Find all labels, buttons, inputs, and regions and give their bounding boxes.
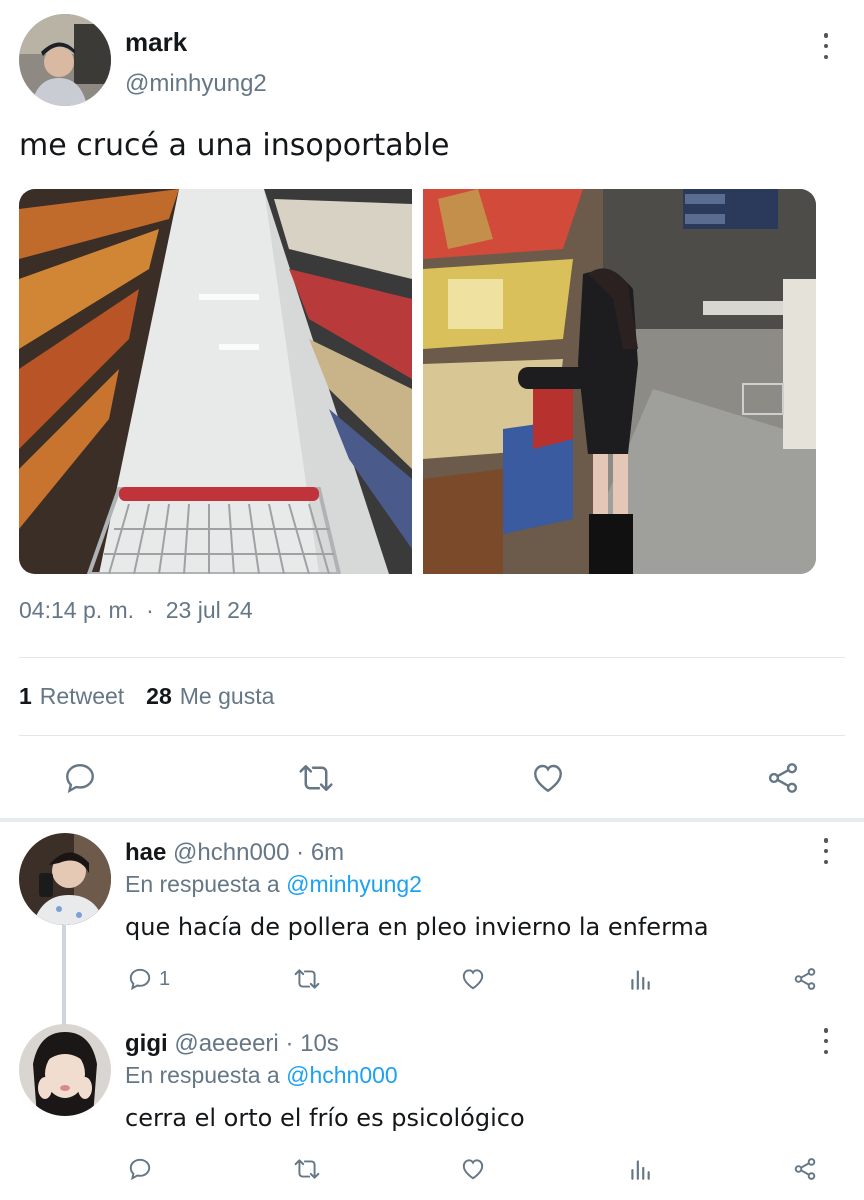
share-icon: [794, 1158, 816, 1180]
divider: [19, 735, 845, 736]
like-label: Me gusta: [179, 683, 275, 709]
reply-count: 1: [159, 967, 171, 990]
analytics-icon: [631, 1160, 650, 1180]
tweet-time: 04:14 p. m.: [19, 597, 135, 623]
analytics-icon: [631, 970, 650, 990]
reply-author-name[interactable]: hae: [125, 839, 166, 866]
retweet-icon: [294, 1159, 320, 1179]
reply-button[interactable]: [127, 1156, 153, 1182]
share-icon: [794, 968, 816, 990]
author-handle[interactable]: @minhyung2: [125, 70, 267, 98]
reply-icon: [66, 764, 94, 794]
share-icon: [768, 763, 798, 793]
main-tweet: mark @minhyung2 me crucé a una insoporta…: [0, 0, 864, 820]
share-button[interactable]: [765, 760, 801, 796]
tweet-date: 23 jul 24: [165, 597, 253, 623]
like-count: 28: [146, 683, 172, 709]
tweet-text: me crucé a una insoportable: [19, 128, 450, 163]
reply-author-handle[interactable]: @aeeeeri: [174, 1030, 278, 1057]
tweet-image-girl[interactable]: [423, 189, 816, 574]
analytics-button[interactable]: [627, 1156, 653, 1182]
like-icon: [462, 969, 484, 990]
retweet-button[interactable]: [292, 1156, 322, 1182]
reply-header: gigi @aeeeeri · 10s: [125, 1030, 339, 1058]
divider: [19, 657, 845, 658]
tweet-timestamp[interactable]: 04:14 p. m. · 23 jul 24: [19, 597, 253, 624]
reply-to-link[interactable]: @hchn000: [286, 1062, 398, 1088]
more-options-icon[interactable]: [816, 1028, 836, 1054]
reply-text: cerra el orto el frío es psicológico: [125, 1104, 525, 1132]
retweet-icon: [294, 969, 320, 989]
meta-separator: ·: [146, 597, 154, 623]
in-reply-to: En respuesta a @minhyung2: [125, 871, 422, 898]
reply-to-link[interactable]: @minhyung2: [286, 871, 422, 897]
reply-prefix: En respuesta a: [125, 1062, 280, 1088]
reply-time[interactable]: · 10s: [285, 1030, 338, 1057]
like-button[interactable]: [460, 966, 486, 992]
in-reply-to: En respuesta a @hchn000: [125, 1062, 398, 1089]
like-icon: [462, 1159, 484, 1180]
reply-author-name[interactable]: gigi: [125, 1030, 168, 1057]
reply-button[interactable]: 1: [127, 966, 170, 992]
reply-header: hae @hchn000 · 6m: [125, 839, 344, 867]
retweet-button[interactable]: [292, 966, 322, 992]
share-button[interactable]: [792, 1156, 818, 1182]
retweet-icon: [299, 765, 333, 791]
reply-text: que hacía de pollera en pleo invierno la…: [125, 913, 709, 941]
author-name[interactable]: mark: [125, 27, 187, 58]
reply-author-handle[interactable]: @hchn000: [173, 839, 289, 866]
like-button[interactable]: [530, 760, 566, 796]
reply-icon: [129, 1158, 151, 1181]
thread-connector: [62, 925, 66, 1025]
more-options-icon[interactable]: [816, 838, 836, 864]
analytics-button[interactable]: [627, 966, 653, 992]
more-options-icon[interactable]: [816, 33, 836, 59]
retweets-stat[interactable]: 1 Retweet: [19, 683, 124, 709]
reply-avatar[interactable]: [19, 1024, 111, 1116]
share-button[interactable]: [792, 966, 818, 992]
tweet-image-aisle[interactable]: [19, 189, 412, 574]
retweet-count: 1: [19, 683, 32, 709]
reply-time[interactable]: · 6m: [296, 839, 344, 866]
reply-prefix: En respuesta a: [125, 871, 280, 897]
like-icon: [534, 764, 562, 793]
author-avatar[interactable]: [19, 14, 111, 106]
like-button[interactable]: [460, 1156, 486, 1182]
reply-icon: [129, 968, 151, 991]
retweet-button[interactable]: [297, 760, 335, 796]
reply-button[interactable]: [62, 760, 98, 796]
tweet-stats: 1 Retweet 28 Me gusta: [19, 683, 274, 710]
retweet-label: Retweet: [39, 683, 125, 709]
likes-stat[interactable]: 28 Me gusta: [146, 683, 274, 709]
section-separator: [0, 818, 864, 822]
reply-avatar[interactable]: [19, 833, 111, 925]
